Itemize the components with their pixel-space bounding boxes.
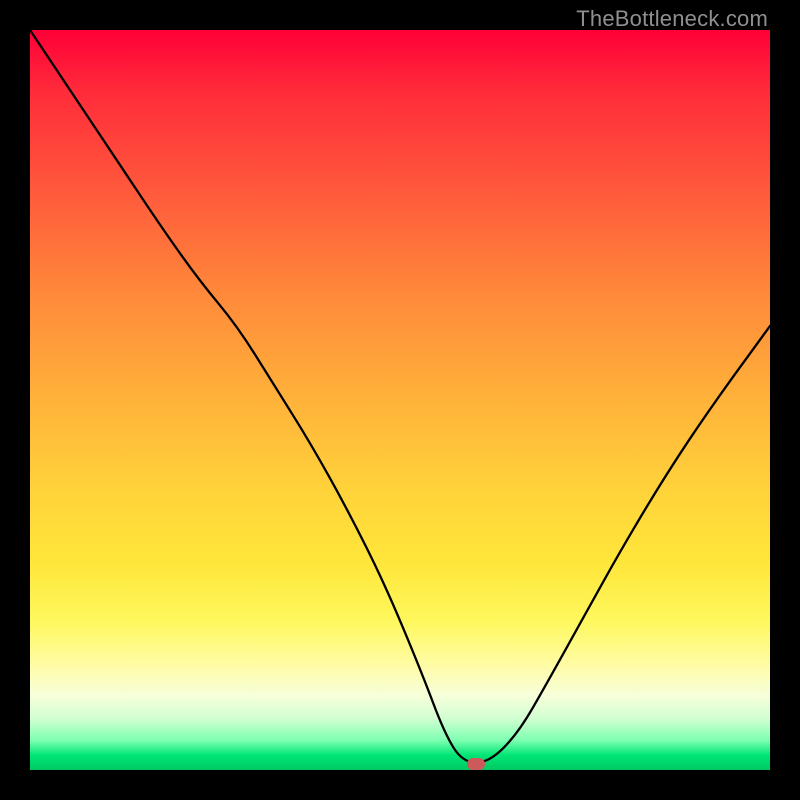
optimal-marker [467, 758, 485, 770]
curve-svg [30, 30, 770, 770]
plot-area [30, 30, 770, 770]
watermark-text: TheBottleneck.com [576, 6, 768, 32]
chart-frame: TheBottleneck.com [0, 0, 800, 800]
bottleneck-curve [30, 30, 770, 763]
